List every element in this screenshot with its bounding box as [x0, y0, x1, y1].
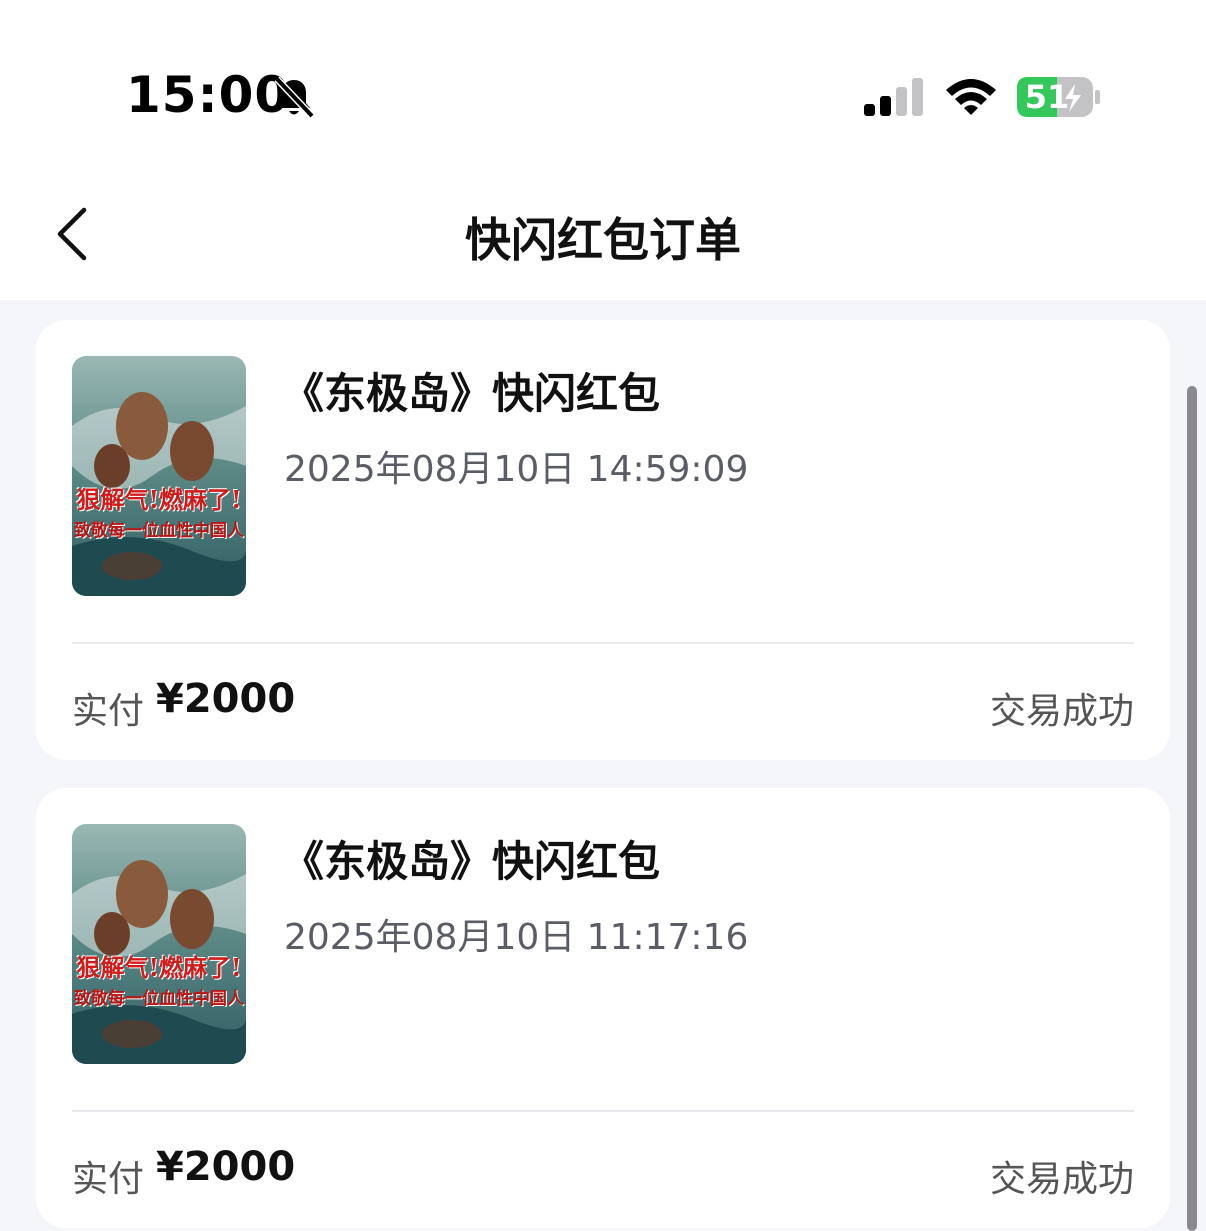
cover-headline: 狠解气!燃麻了!: [76, 485, 242, 514]
wifi-icon: [946, 79, 996, 115]
order-title: 《东极岛》快闪红包: [282, 369, 661, 418]
scrollbar[interactable]: [1187, 386, 1197, 1231]
movie-cover-image: 狠解气!燃麻了! 致敬每一位血性中国人: [72, 356, 246, 596]
order-status: 交易成功: [989, 1159, 1134, 1200]
divider: [72, 1110, 1134, 1112]
cover-headline: 狠解气!燃麻了!: [76, 953, 242, 982]
order-status: 交易成功: [989, 691, 1134, 732]
status-time: 15:00: [126, 66, 291, 124]
movie-cover-image: 狠解气!燃麻了! 致敬每一位血性中国人: [72, 824, 246, 1064]
order-datetime: 2025年08月10日 11:17:16: [284, 917, 749, 958]
battery-level: 51: [1024, 78, 1070, 116]
bell-slash-icon: [274, 76, 315, 119]
order-card[interactable]: 狠解气!燃麻了! 致敬每一位血性中国人 《东极岛》快闪红包 2025年08月10…: [36, 320, 1170, 760]
divider: [72, 642, 1134, 644]
paid-amount: ¥2000: [156, 1144, 296, 1190]
paid-label: 实付: [72, 691, 145, 732]
page-title: 快闪红包订单: [465, 213, 741, 267]
paid-label: 实付: [72, 1159, 145, 1200]
cover-tagline: 致敬每一位血性中国人: [74, 989, 244, 1009]
order-datetime: 2025年08月10日 14:59:09: [284, 449, 749, 490]
nav-bar: 快闪红包订单: [0, 160, 1206, 300]
status-bar: 15:00 51: [0, 0, 1206, 160]
cover-tagline: 致敬每一位血性中国人: [74, 521, 244, 541]
order-title: 《东极岛》快闪红包: [282, 837, 661, 886]
paid-amount: ¥2000: [156, 676, 296, 722]
signal-icon: [864, 78, 923, 116]
order-card[interactable]: 狠解气!燃麻了! 致敬每一位血性中国人 《东极岛》快闪红包 2025年08月10…: [36, 788, 1170, 1228]
